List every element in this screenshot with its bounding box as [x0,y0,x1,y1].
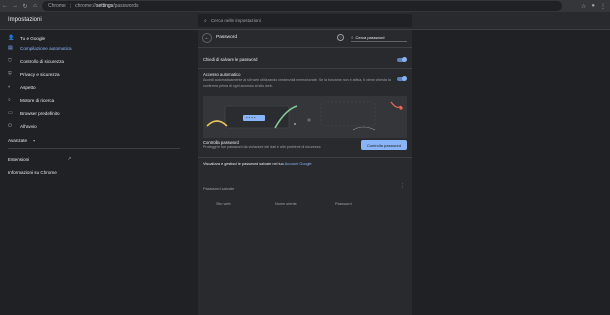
column-header-password: Password [335,202,352,206]
person-icon: 👤 [8,35,15,41]
sidebar-item-label: Avanzate [8,137,28,143]
browser-icon: ▭ [8,110,13,116]
password-check-illustration: * * * * [203,96,407,138]
back-icon[interactable]: ← [0,0,10,12]
toggle-knob [402,57,407,62]
search-icon: ⌕ [204,17,207,24]
site-label: Chrome [48,3,66,9]
browser-menu-icon[interactable]: ⋮ [600,3,606,10]
sidebar: 👤 Tu e Google ▤ Compilazione automatica … [0,30,190,315]
sidebar-item-label: Browser predefinito [20,110,60,116]
browser-toolbar: ← → ↻ ⌂ Chrome | chrome://settings/passw… [0,0,610,12]
profile-icon[interactable]: ● [591,3,595,9]
passwords-card: ← Password ? ⌕ Cerca password Chiedi di … [198,30,412,315]
sidebar-item-advanced[interactable]: Avanzate ▾ [8,135,35,145]
svg-text:* * * *: * * * * [246,116,256,121]
sidebar-item-label: Informazioni su Chrome [8,169,57,175]
search-icon: ⌕ [351,35,354,40]
sidebar-item-label: Aspetto [20,84,36,90]
sidebar-item-you-and-google[interactable]: 👤 Tu e Google [8,33,45,43]
autofill-icon: ▤ [8,45,13,51]
url-prefix: chrome:// [75,3,96,9]
sidebar-item-label: Tu e Google [20,35,46,41]
google-account-link[interactable]: Account Google [285,162,312,166]
password-search-input[interactable]: ⌕ Cerca password [351,34,407,42]
sidebar-item-appearance[interactable]: ◐ Aspetto [8,82,36,92]
sidebar-item-autofill[interactable]: ▤ Compilazione automatica [8,43,72,53]
bookmark-star-icon[interactable]: ☆ [581,3,586,10]
divider [198,68,412,69]
sidebar-item-default-browser[interactable]: ▭ Browser predefinito [8,108,60,118]
reload-icon[interactable]: ↻ [20,0,30,12]
settings-search-input[interactable]: ⌕ Cerca nelle impostazioni [198,14,412,27]
divider [198,157,412,158]
column-header-username: Nome utente [275,202,297,206]
home-icon[interactable]: ⌂ [30,0,40,12]
power-icon: ⏻ [8,123,12,129]
shield-check-icon: ⛉ [8,58,12,64]
auto-signin-toggle[interactable] [397,76,407,81]
check-passwords-button[interactable]: Controlla password [361,140,407,150]
sidebar-divider [8,148,180,149]
back-arrow-button[interactable]: ← [202,33,212,43]
sidebar-item-label: All'avvio [20,123,37,129]
search-placeholder: Cerca nelle impostazioni [210,18,261,23]
settings-header: Impostazioni ⌕ Cerca nelle impostazioni [0,12,610,30]
password-search-placeholder: Cerca password [355,35,385,40]
shield-icon: ⛨ [8,71,12,77]
divider [198,47,412,48]
manage-passwords-text: Visualizza e gestisci le password salvat… [203,162,312,166]
offer-save-toggle[interactable] [397,57,407,62]
illustration-graphic: * * * * [203,96,407,138]
forward-icon[interactable]: → [10,0,20,12]
url-host: settings [95,3,114,9]
check-passwords-description: Proteggi le tue password da violazioni d… [203,145,321,149]
manage-text: Visualizza e gestisci le password salvat… [203,162,284,166]
saved-passwords-title: Password salvate [203,186,235,191]
address-bar[interactable]: Chrome | chrome://settings/passwords [42,1,562,11]
sidebar-item-privacy[interactable]: ⛨ Privacy e sicurezza [8,69,60,79]
passwords-title: Password [216,35,238,40]
sidebar-item-search-engine[interactable]: ⌕ Motore di ricerca [8,95,54,105]
sidebar-item-about-chrome[interactable]: Informazioni su Chrome [8,167,57,177]
auto-signin-label: Accesso automatico [203,72,241,77]
external-link-icon: ↗ [67,156,72,162]
column-header-site: Sito web [216,202,231,206]
toggle-knob [402,76,407,81]
sidebar-item-extensions[interactable]: Estensioni ↗ [8,154,71,164]
sidebar-item-label: Estensioni [8,156,30,162]
sidebar-item-label: Motore di ricerca [20,97,55,103]
sidebar-item-safety-check[interactable]: ⛉ Controllo di sicurezza [8,56,64,66]
address-separator: | [69,3,72,9]
sidebar-item-label: Privacy e sicurezza [20,71,60,77]
page-title: Impostazioni [8,17,42,23]
sidebar-item-label: Controllo di sicurezza [20,58,64,64]
search-icon: ⌕ [8,97,11,103]
help-icon[interactable]: ? [337,34,344,41]
sidebar-item-on-startup[interactable]: ⏻ All'avvio [8,121,37,131]
url-path: /passwords [113,3,139,9]
sidebar-item-label: Compilazione automatica [20,45,72,51]
chevron-down-icon: ▾ [33,137,36,143]
more-options-icon[interactable]: ⋮ [400,183,405,189]
palette-icon: ◐ [8,84,12,90]
offer-save-label: Chiedi di salvare le password [203,57,258,62]
auto-signin-description: Accedi automaticamente ai siti web utili… [203,78,391,88]
